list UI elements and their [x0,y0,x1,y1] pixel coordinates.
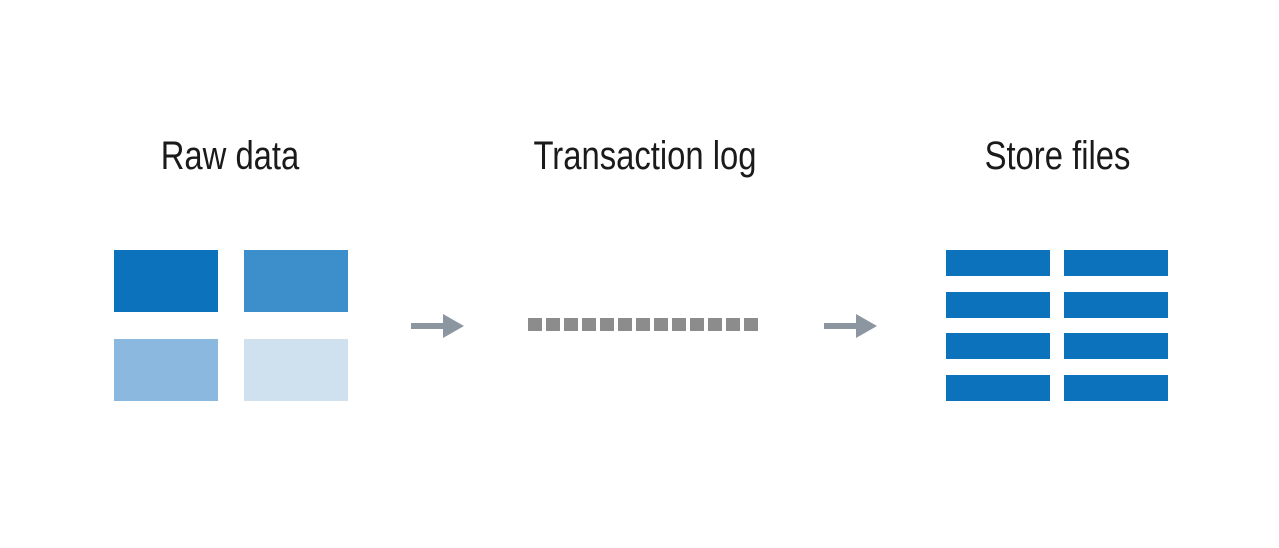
log-entry [600,318,614,331]
raw-data-block [244,339,348,401]
right-arrow-icon [824,314,877,338]
transaction-log-entries [528,318,758,331]
log-entry [546,318,560,331]
transaction-log-label: Transaction log [533,134,757,178]
log-entry [528,318,542,331]
store-file-block [946,333,1050,359]
log-entry [636,318,650,331]
store-file-block [946,375,1050,401]
store-file-block [1064,333,1168,359]
raw-data-block [114,339,218,401]
log-entry [582,318,596,331]
store-file-block [1064,292,1168,318]
log-entry [618,318,632,331]
raw-data-block [244,250,348,312]
store-file-block [946,250,1050,276]
log-entry [672,318,686,331]
log-entry [690,318,704,331]
log-entry [654,318,668,331]
store-file-block [1064,250,1168,276]
store-file-block [1064,375,1168,401]
log-entry [726,318,740,331]
log-entry [564,318,578,331]
right-arrow-icon [411,314,464,338]
store-file-block [946,292,1050,318]
log-entry [744,318,758,331]
raw-data-label: Raw data [160,134,300,178]
raw-data-block [114,250,218,312]
store-files-label: Store files [984,134,1131,178]
log-entry [708,318,722,331]
